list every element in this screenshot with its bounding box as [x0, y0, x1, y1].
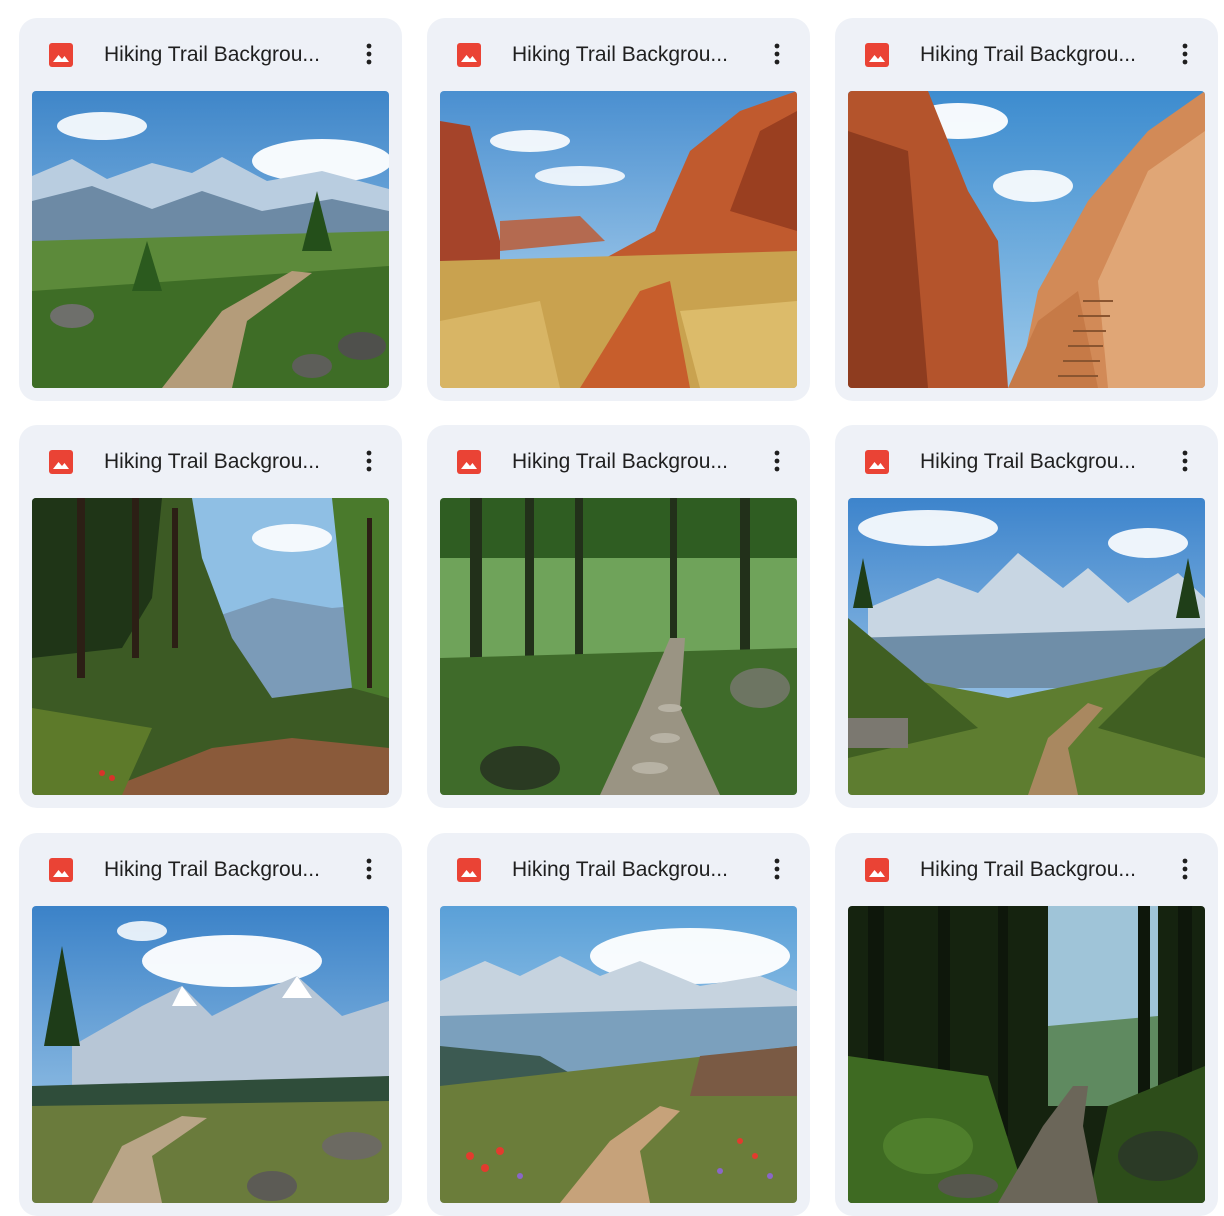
- file-card[interactable]: Hiking Trail Backgrou...: [19, 833, 402, 1216]
- file-card[interactable]: Hiking Trail Backgrou...: [835, 18, 1218, 401]
- file-name[interactable]: Hiking Trail Backgrou...: [512, 855, 742, 885]
- file-grid: Hiking Trail Backgrou... Hiking Trail Ba…: [0, 0, 1224, 1216]
- file-card-header: Hiking Trail Backgrou...: [19, 833, 402, 906]
- file-card[interactable]: Hiking Trail Backgrou...: [427, 18, 810, 401]
- image-file-icon: [457, 450, 481, 474]
- more-options-button[interactable]: [352, 852, 386, 886]
- file-name[interactable]: Hiking Trail Backgrou...: [512, 447, 742, 477]
- file-name[interactable]: Hiking Trail Backgrou...: [920, 447, 1150, 477]
- file-card-header: Hiking Trail Backgrou...: [835, 18, 1218, 91]
- file-name[interactable]: Hiking Trail Backgrou...: [920, 40, 1150, 70]
- more-options-button[interactable]: [1168, 444, 1202, 478]
- file-name[interactable]: Hiking Trail Backgrou...: [920, 855, 1150, 885]
- more-vert-icon: [774, 450, 780, 472]
- file-card-header: Hiking Trail Backgrou...: [427, 833, 810, 906]
- file-card[interactable]: Hiking Trail Backgrou...: [427, 833, 810, 1216]
- image-file-icon: [49, 43, 73, 67]
- file-thumbnail[interactable]: [32, 498, 389, 795]
- more-vert-icon: [1182, 450, 1188, 472]
- more-vert-icon: [774, 43, 780, 65]
- image-file-icon: [49, 858, 73, 882]
- more-options-button[interactable]: [1168, 37, 1202, 71]
- image-file-icon: [865, 450, 889, 474]
- more-options-button[interactable]: [760, 444, 794, 478]
- more-vert-icon: [366, 43, 372, 65]
- file-thumbnail[interactable]: [440, 498, 797, 795]
- file-thumbnail[interactable]: [32, 906, 389, 1203]
- file-card[interactable]: Hiking Trail Backgrou...: [19, 18, 402, 401]
- file-card[interactable]: Hiking Trail Backgrou...: [19, 425, 402, 808]
- more-options-button[interactable]: [1168, 852, 1202, 886]
- image-file-icon: [49, 450, 73, 474]
- file-card-header: Hiking Trail Backgrou...: [19, 425, 402, 498]
- more-options-button[interactable]: [352, 444, 386, 478]
- file-thumbnail[interactable]: [848, 906, 1205, 1203]
- file-card-header: Hiking Trail Backgrou...: [427, 425, 810, 498]
- file-card-header: Hiking Trail Backgrou...: [835, 425, 1218, 498]
- file-name[interactable]: Hiking Trail Backgrou...: [104, 447, 334, 477]
- file-card-header: Hiking Trail Backgrou...: [835, 833, 1218, 906]
- more-vert-icon: [774, 858, 780, 880]
- image-file-icon: [865, 43, 889, 67]
- file-name[interactable]: Hiking Trail Backgrou...: [104, 855, 334, 885]
- image-file-icon: [457, 858, 481, 882]
- more-options-button[interactable]: [352, 37, 386, 71]
- more-options-button[interactable]: [760, 37, 794, 71]
- file-thumbnail[interactable]: [440, 906, 797, 1203]
- file-thumbnail[interactable]: [440, 91, 797, 388]
- more-vert-icon: [1182, 858, 1188, 880]
- file-name[interactable]: Hiking Trail Backgrou...: [104, 40, 334, 70]
- more-vert-icon: [366, 450, 372, 472]
- file-card[interactable]: Hiking Trail Backgrou...: [835, 425, 1218, 808]
- more-options-button[interactable]: [760, 852, 794, 886]
- file-thumbnail[interactable]: [848, 91, 1205, 388]
- file-card-header: Hiking Trail Backgrou...: [427, 18, 810, 91]
- more-vert-icon: [1182, 43, 1188, 65]
- file-thumbnail[interactable]: [848, 498, 1205, 795]
- image-file-icon: [457, 43, 481, 67]
- file-card[interactable]: Hiking Trail Backgrou...: [835, 833, 1218, 1216]
- file-thumbnail[interactable]: [32, 91, 389, 388]
- image-file-icon: [865, 858, 889, 882]
- file-card-header: Hiking Trail Backgrou...: [19, 18, 402, 91]
- file-card[interactable]: Hiking Trail Backgrou...: [427, 425, 810, 808]
- more-vert-icon: [366, 858, 372, 880]
- file-name[interactable]: Hiking Trail Backgrou...: [512, 40, 742, 70]
